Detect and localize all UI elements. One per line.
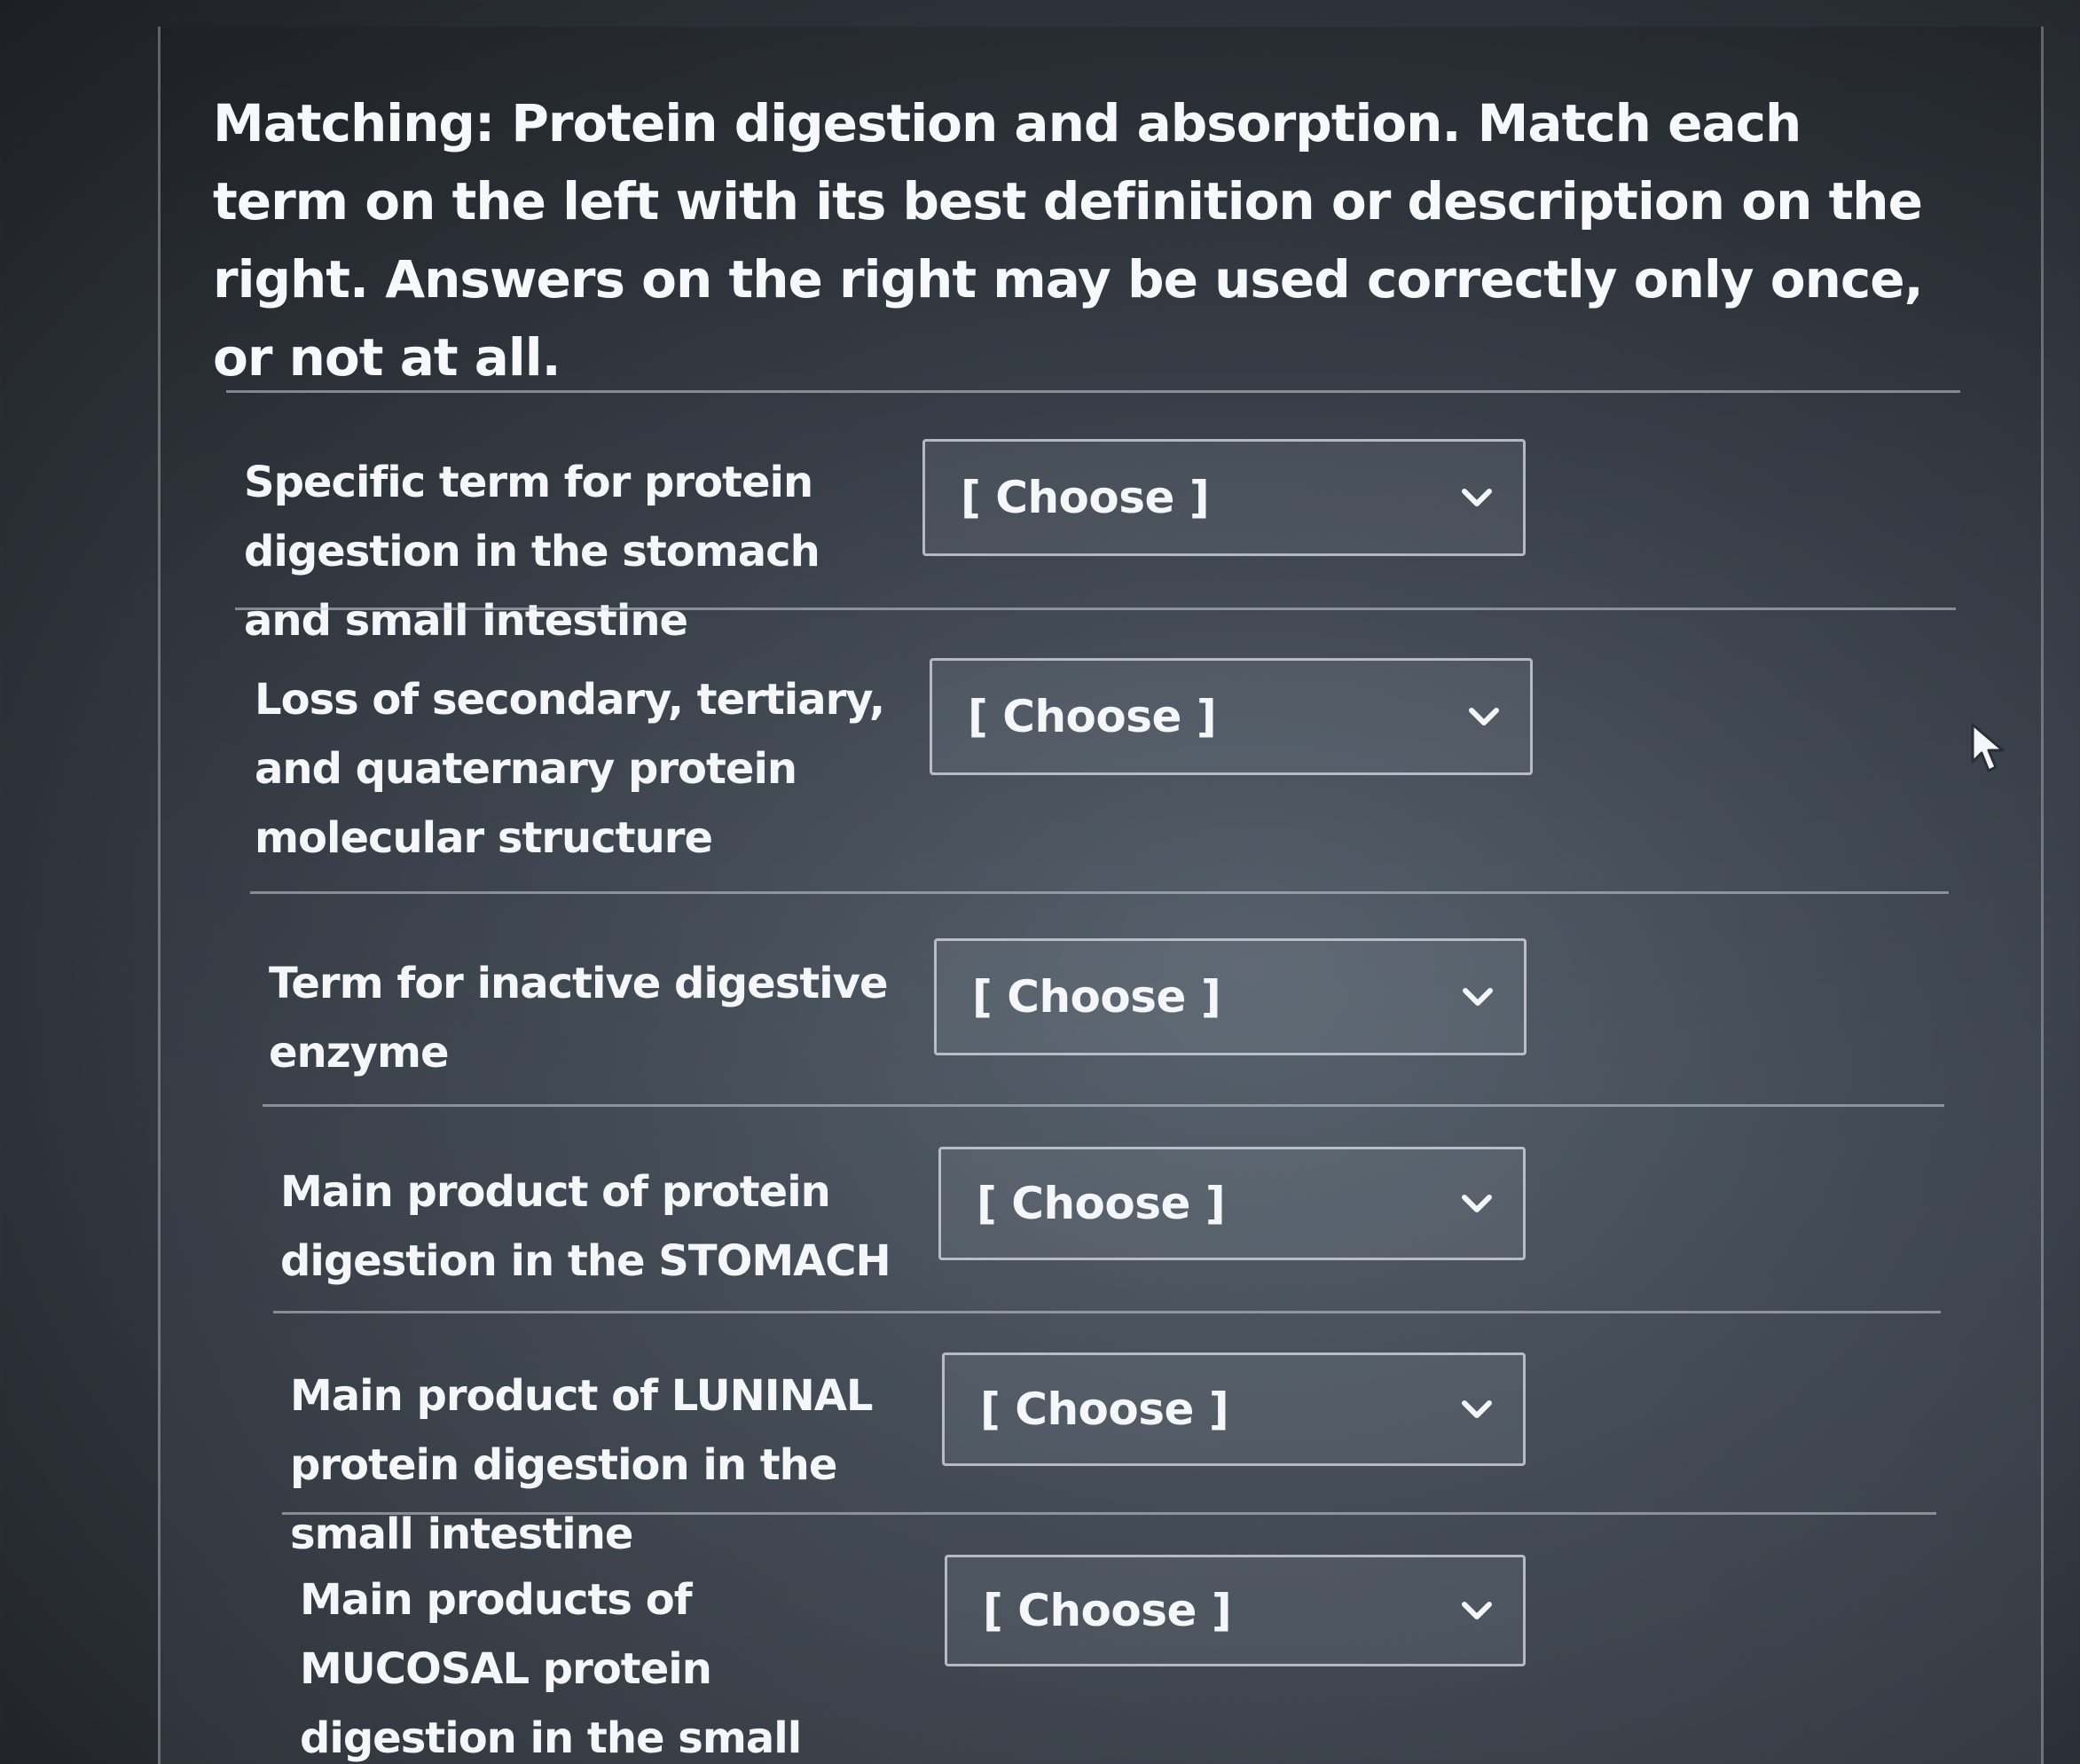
chevron-down-icon (1459, 480, 1495, 515)
question-prompt: Matching: Protein digestion and absorpti… (213, 93, 1924, 388)
select-value: [ Choose ] (977, 1178, 1226, 1229)
answer-select[interactable]: [ Choose ] (930, 658, 1533, 775)
select-value: [ Choose ] (961, 472, 1210, 523)
divider (273, 1311, 1941, 1313)
term-label: Specific term for protein digestion in t… (244, 458, 820, 646)
answer-select[interactable]: [ Choose ] (922, 439, 1526, 556)
chevron-down-icon (1459, 1392, 1495, 1427)
term-label: Loss of secondary, tertiary, and quatern… (255, 675, 885, 863)
divider (226, 390, 1960, 393)
divider (235, 608, 1956, 610)
chevron-down-icon (1459, 1593, 1495, 1628)
term-label: Term for inactive digestive enzyme (269, 959, 889, 1078)
divider (250, 891, 1949, 894)
answer-select[interactable]: [ Choose ] (942, 1352, 1526, 1466)
divider (282, 1512, 1936, 1515)
select-value: [ Choose ] (968, 691, 1217, 742)
answer-select[interactable]: [ Choose ] (945, 1555, 1526, 1666)
term-label: Main product of protein digestion in the… (280, 1167, 891, 1286)
chevron-down-icon (1460, 979, 1495, 1015)
divider (263, 1104, 1944, 1107)
mouse-pointer-icon (1971, 723, 2005, 772)
term-label: Main products of MUCOSAL protein digesti… (300, 1575, 802, 1763)
screen: Matching: Protein digestion and absorpti… (0, 0, 2080, 1764)
select-value: [ Choose ] (980, 1384, 1229, 1435)
select-value: [ Choose ] (972, 971, 1221, 1023)
answer-select[interactable]: [ Choose ] (934, 938, 1527, 1055)
chevron-down-icon (1466, 699, 1502, 734)
select-value: [ Choose ] (983, 1585, 1232, 1636)
term-label: Main product of LUNINAL protein digestio… (290, 1371, 874, 1559)
answer-select[interactable]: [ Choose ] (938, 1147, 1526, 1260)
chevron-down-icon (1459, 1186, 1495, 1221)
